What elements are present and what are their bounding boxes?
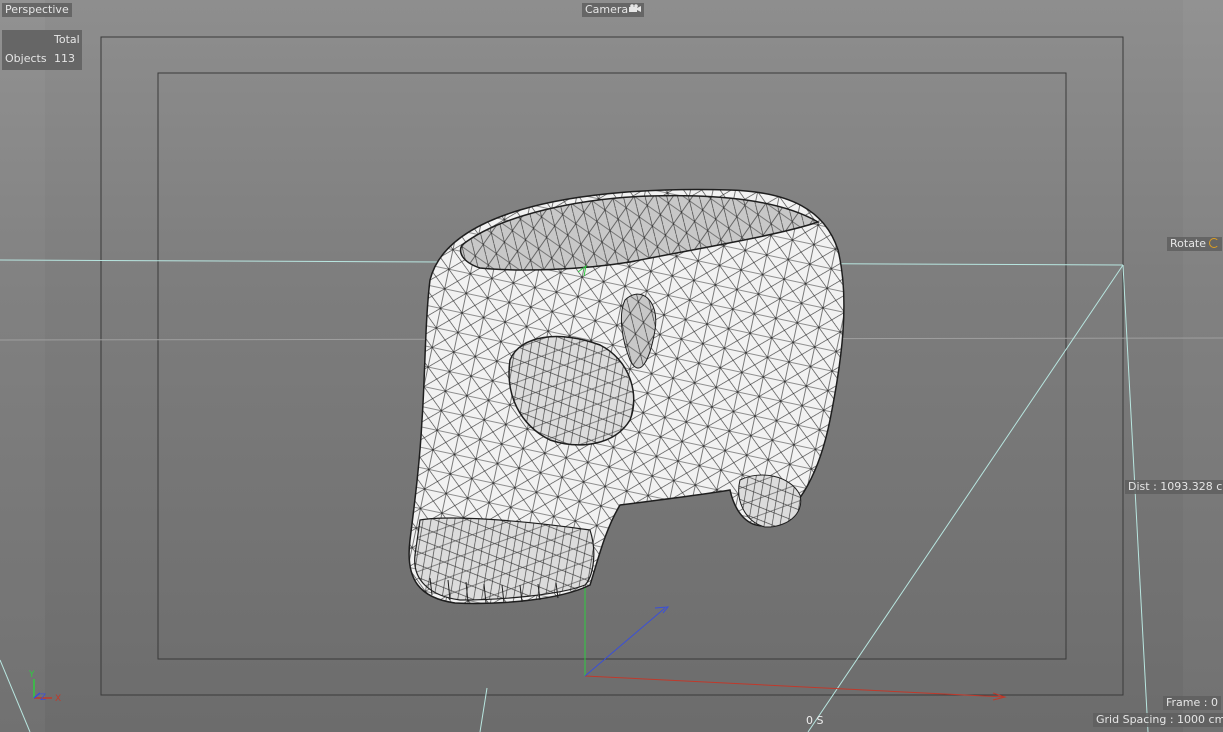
rotate-label-text: Rotate bbox=[1170, 237, 1207, 250]
time-readout: 0 S bbox=[806, 714, 824, 727]
gizmo-z-label: Z bbox=[40, 693, 46, 703]
stats-header: Total bbox=[54, 33, 80, 46]
camera-menu[interactable]: Camera bbox=[582, 3, 645, 17]
axis-gizmo: Y X Z bbox=[28, 670, 61, 704]
world-x-axis bbox=[584, 675, 1006, 698]
view-name-menu[interactable]: Perspective bbox=[2, 3, 72, 17]
grid-spacing-readout: Grid Spacing : 1000 cm bbox=[1093, 713, 1223, 727]
stats-objects-label: Objects bbox=[5, 52, 47, 65]
world-z-axis bbox=[584, 607, 666, 677]
3d-viewport[interactable]: Y X Z Perspective Camera Total Objects 1… bbox=[0, 0, 1223, 732]
z-axis-arrow bbox=[654, 606, 670, 614]
camera-icon bbox=[629, 3, 642, 17]
rotate-icon bbox=[1209, 238, 1220, 248]
skull-mesh[interactable] bbox=[408, 188, 845, 605]
scene-canvas[interactable]: Y X Z bbox=[0, 0, 1223, 732]
frame-readout: Frame : 0 bbox=[1163, 696, 1221, 710]
rotate-tool-label[interactable]: Rotate bbox=[1167, 237, 1223, 251]
stats-panel: Total Objects 113 bbox=[2, 30, 82, 70]
camera-label: Camera bbox=[585, 3, 629, 16]
gizmo-y-label: Y bbox=[28, 670, 35, 680]
stats-objects-value: 113 bbox=[54, 52, 75, 65]
distance-readout: Dist : 1093.328 cm bbox=[1125, 480, 1223, 494]
gizmo-x-label: X bbox=[55, 694, 61, 704]
